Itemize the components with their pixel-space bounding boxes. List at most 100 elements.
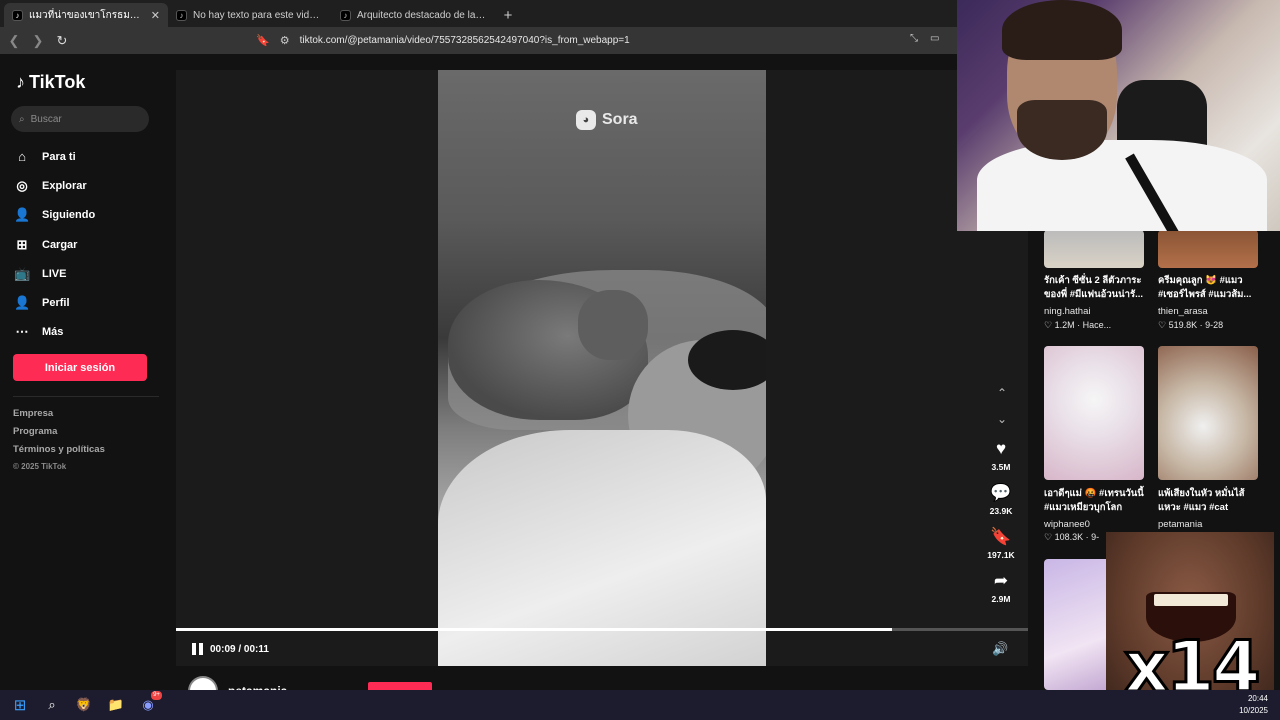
video-frame[interactable]: ◕ Sora: [438, 70, 766, 666]
video-thumbnail[interactable]: [1158, 230, 1258, 268]
sidebar-item-label: Siguiendo: [42, 209, 96, 222]
forward-button[interactable]: ❯: [28, 31, 48, 51]
pause-bar-icon: [199, 643, 203, 655]
browser-tab-3[interactable]: ♪ Arquitecto destacado de la UCV en P: [332, 3, 496, 27]
bookmark-icon: 🔖: [990, 527, 1012, 546]
sidebar-item-para-ti[interactable]: ⌂ Para ti: [14, 142, 95, 171]
video-thumbnail[interactable]: [1044, 346, 1144, 480]
discord-icon[interactable]: ◉ 9+: [138, 691, 162, 715]
search-icon[interactable]: ⌕: [42, 695, 62, 715]
following-icon: 👤: [14, 207, 31, 223]
reader-mode-icon[interactable]: ⤡: [910, 33, 918, 44]
video-meta: ♡ 108.3K · 9-: [1044, 532, 1100, 542]
search-input[interactable]: [30, 113, 131, 125]
footer-link-terminos[interactable]: Términos y políticas: [13, 444, 105, 462]
video-meta-text: 519.8K · 9-28: [1168, 320, 1224, 330]
sidebar-item-mas[interactable]: ⋯ Más: [14, 318, 95, 347]
video-meta-text: 108.3K · 9-: [1054, 532, 1100, 542]
brand-name: TikTok: [29, 72, 86, 92]
webcam-overlay: [957, 0, 1280, 231]
sidebar-item-label: LIVE: [42, 267, 67, 280]
clock-time: 20:44: [1247, 694, 1268, 703]
windows-start-icon[interactable]: ⊞: [10, 695, 30, 715]
sidebar-item-cargar[interactable]: ⊞ Cargar: [14, 230, 95, 259]
tiktok-logo[interactable]: ♪ TikTok: [16, 72, 85, 93]
file-explorer-icon[interactable]: 📁: [106, 695, 126, 715]
sidebar-item-perfil[interactable]: 👤 Perfil: [14, 288, 95, 317]
video-author[interactable]: ning.hathai: [1044, 306, 1090, 317]
screen-icon[interactable]: ▭: [930, 33, 939, 44]
search-box[interactable]: ⌕: [11, 106, 149, 132]
sidebar-item-explorar[interactable]: ◎ Explorar: [14, 171, 95, 200]
sidebar-nav: ⌂ Para ti ◎ Explorar 👤 Siguiendo ⊞ Carga…: [14, 142, 95, 347]
tiktok-favicon-icon: ♪: [340, 9, 351, 21]
share-icon: ➦: [993, 571, 1009, 590]
footer-link-empresa[interactable]: Empresa: [13, 408, 105, 426]
sidebar-item-label: Cargar: [42, 238, 78, 251]
meme-teeth: [1154, 594, 1228, 606]
laughing-meme-overlay: x14: [1106, 532, 1274, 710]
footer-link-programa[interactable]: Programa: [13, 426, 105, 444]
action-bar: ♥ 3.5M 💬 23.9K 🔖 197.1K ➦ 2.9M: [976, 440, 1026, 616]
close-tab-icon[interactable]: ✕: [151, 9, 160, 22]
comment-icon: 💬: [990, 483, 1012, 502]
video-caption[interactable]: เอาดีๆแม่ 🤬 #เทรนวันนี้ #แมวเหมียวบุกโลก: [1044, 487, 1152, 515]
video-caption[interactable]: รักเค้า ซีซั่น 2 ลีตัวภาระของพี่ #มีแฟนอ…: [1044, 274, 1152, 302]
video-player[interactable]: ◕ Sora ⌃ ⌄ ♥ 3.5M 💬 23.9K 🔖 197.1K ➦ 2.9…: [176, 70, 1028, 666]
sora-watermark: ◕ Sora: [576, 110, 638, 130]
login-button[interactable]: Iniciar sesión: [13, 354, 147, 381]
tiktok-note-icon: ♪: [16, 72, 25, 92]
video-thumbnail[interactable]: [1044, 230, 1144, 268]
previous-video-icon[interactable]: ⌃: [994, 386, 1010, 412]
streamer-hair: [1002, 0, 1122, 60]
more-icon: ⋯: [15, 324, 29, 340]
video-caption[interactable]: แพ้เสียงในหัว หมั่นไส้แหวะ #แมว #cat: [1158, 487, 1266, 515]
sidebar-item-label: Para ti: [42, 150, 76, 163]
progress-fill: [176, 628, 892, 631]
comment-button[interactable]: 💬 23.9K: [976, 484, 1026, 528]
pause-bar-icon: [192, 643, 196, 655]
system-clock[interactable]: 20:44 10/2025: [1239, 693, 1268, 717]
sidebar-divider: [13, 396, 159, 397]
video-nav-arrows: ⌃ ⌄: [994, 386, 1010, 438]
sidebar-item-label: Perfil: [42, 297, 70, 310]
notification-badge: 9+: [151, 691, 162, 700]
sidebar-item-live[interactable]: 📺 LIVE: [14, 259, 95, 288]
volume-icon[interactable]: 🔊: [992, 641, 1008, 657]
video-author[interactable]: thien_arasa: [1158, 306, 1208, 317]
brave-browser-icon[interactable]: 🦁: [74, 695, 94, 715]
home-icon: ⌂: [18, 149, 26, 165]
video-author[interactable]: petamania: [1158, 519, 1202, 530]
sidebar-item-siguiendo[interactable]: 👤 Siguiendo: [14, 201, 95, 230]
bookmark-icon[interactable]: 🔖: [256, 34, 270, 47]
progress-bar[interactable]: [176, 628, 1028, 631]
address-bar[interactable]: 🔖 ⚙ tiktok.com/@petamania/video/75573285…: [256, 31, 956, 50]
windows-taskbar: ⊞ ⌕ 🦁 📁 ◉ 9+ 20:44 10/2025: [0, 690, 1280, 720]
sidebar-item-label: Explorar: [42, 179, 87, 192]
tiktok-sidebar: ♪ TikTok ⌕ ⌂ Para ti ◎ Explorar 👤 Siguie…: [0, 54, 170, 690]
new-tab-button[interactable]: +: [496, 3, 520, 27]
comment-count: 23.9K: [989, 506, 1013, 516]
like-button[interactable]: ♥ 3.5M: [976, 440, 1026, 484]
video-thumbnail[interactable]: [1158, 346, 1258, 480]
pause-button[interactable]: [192, 643, 204, 657]
browser-tab-1[interactable]: ♪ แมวที่น่าของเขาโกรธมาไล่พ่อ | TikTok ✕: [4, 3, 168, 27]
live-icon: 📺: [14, 265, 31, 281]
back-button[interactable]: ❮: [4, 31, 24, 51]
streamer-shirt: [977, 140, 1267, 231]
video-caption[interactable]: ครีมคุณลูก 😻 #แมว #เซอร์ไพรส์ #แมวส้ม...: [1158, 274, 1266, 302]
watermark-text: Sora: [602, 111, 638, 128]
next-video-icon[interactable]: ⌄: [994, 412, 1010, 438]
share-button[interactable]: ➦ 2.9M: [976, 572, 1026, 616]
upload-icon: ⊞: [16, 236, 28, 252]
url-text[interactable]: tiktok.com/@petamania/video/755732856254…: [300, 35, 630, 46]
browser-tab-2[interactable]: ♪ No hay texto para este video #gym |: [168, 3, 332, 27]
reload-button[interactable]: ↻: [52, 31, 72, 51]
heart-icon: ♥: [995, 439, 1007, 458]
save-button[interactable]: 🔖 197.1K: [976, 528, 1026, 572]
video-author[interactable]: wiphanee0: [1044, 519, 1090, 530]
cat-head: [578, 290, 648, 360]
site-info-icon[interactable]: ⚙: [280, 34, 290, 47]
tiktok-favicon-icon: ♪: [12, 9, 23, 21]
tab-title: No hay texto para este video #gym |: [193, 9, 324, 21]
